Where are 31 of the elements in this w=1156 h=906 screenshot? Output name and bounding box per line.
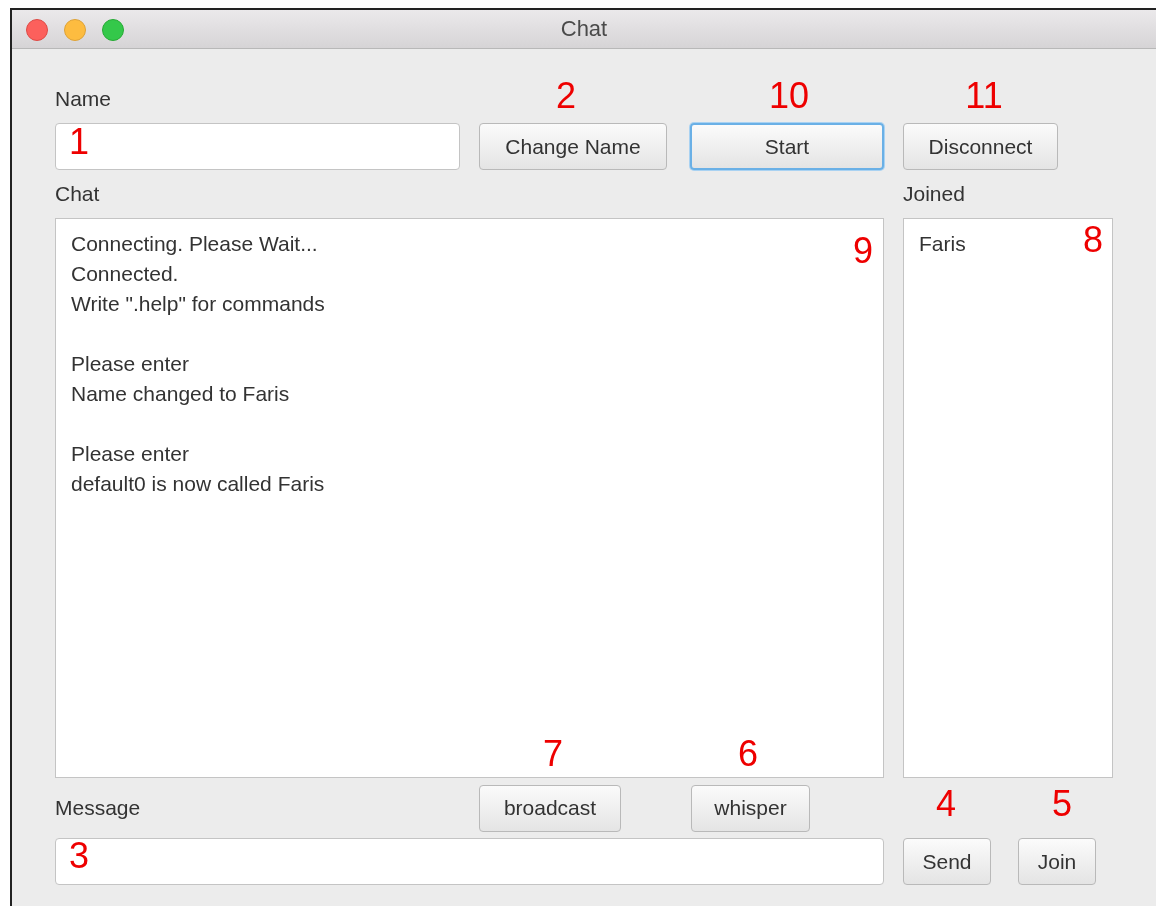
annotation-number: 11 xyxy=(965,78,1003,114)
annotation-number: 4 xyxy=(936,786,956,822)
send-button[interactable]: Send xyxy=(903,838,991,885)
annotation-number: 8 xyxy=(1083,222,1103,258)
name-label: Name xyxy=(55,87,112,111)
chat-message: Write ".help" for commands xyxy=(71,291,325,317)
annotation-number: 3 xyxy=(69,838,89,874)
start-button[interactable]: Start xyxy=(690,123,884,170)
chat-message: Connecting. Please Wait... xyxy=(71,231,318,257)
annotation-number: 5 xyxy=(1052,786,1072,822)
window-title: Chat xyxy=(560,16,608,42)
chat-message: default0 is now called Faris xyxy=(71,471,325,497)
annotation-number: 7 xyxy=(543,736,563,772)
annotation-number: 9 xyxy=(853,233,873,269)
user-list-item[interactable]: Faris xyxy=(919,229,966,259)
whisper-button[interactable]: whisper xyxy=(691,784,810,832)
message-label: Message xyxy=(55,796,141,819)
chat-message: Please enter xyxy=(71,351,189,377)
annotation-number: 6 xyxy=(738,736,758,772)
chat-message: Name changed to Faris xyxy=(71,381,290,407)
joined-label: Joined xyxy=(903,182,965,206)
chat-message: Please enter xyxy=(71,441,189,467)
annotation-number: 2 xyxy=(556,78,576,114)
join-button[interactable]: Join xyxy=(1018,838,1096,885)
annotation-number: 10 xyxy=(769,78,809,114)
disconnect-button[interactable]: Disconnect xyxy=(903,123,1058,170)
chat-label: Chat xyxy=(55,182,100,205)
change-name-button[interactable]: Change Name xyxy=(479,123,667,170)
chat-message: Connected. xyxy=(71,261,179,287)
broadcast-button[interactable]: broadcast xyxy=(479,784,621,832)
annotation-number: 1 xyxy=(69,124,89,160)
